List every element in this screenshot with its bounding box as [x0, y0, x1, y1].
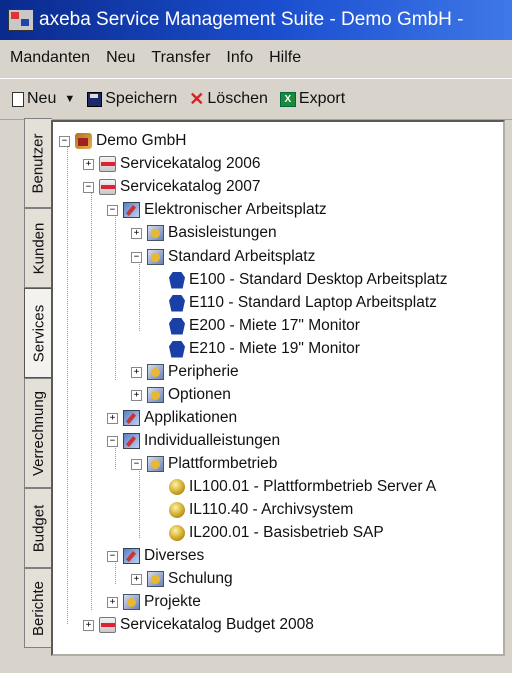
- service-tree-panel: − Demo GmbH + Servicekatalog 2006 − Serv…: [51, 120, 505, 656]
- tree-node-il200[interactable]: IL200.01 - Basisbetrieb SAP: [169, 522, 384, 544]
- service-group-icon: [147, 364, 164, 380]
- company-icon: [75, 133, 92, 149]
- expand-toggle[interactable]: +: [131, 573, 142, 585]
- new-document-icon: [12, 91, 24, 107]
- collapse-toggle[interactable]: −: [59, 135, 70, 147]
- tree-node-plattformbetrieb[interactable]: − Plattformbetrieb: [131, 453, 277, 475]
- window-title: axeba Service Management Suite - Demo Gm…: [39, 9, 464, 30]
- expand-toggle[interactable]: +: [83, 158, 94, 170]
- tab-verrechnung[interactable]: Verrechnung: [24, 378, 52, 488]
- delete-button-label: Löschen: [207, 90, 268, 107]
- tree-node-peripherie[interactable]: + Peripherie: [131, 361, 239, 383]
- service-group-icon: [147, 387, 164, 403]
- vertical-tab-strip: Benutzer Kunden Services Verrechnung Bud…: [24, 118, 52, 648]
- shield-icon: [169, 271, 185, 289]
- new-button-label: Neu: [27, 90, 57, 107]
- toolbar: Neu ▼ Speichern ✕ Löschen X Export: [0, 78, 512, 120]
- tab-budget[interactable]: Budget: [24, 488, 52, 568]
- expand-toggle[interactable]: +: [107, 412, 118, 424]
- save-icon: [87, 91, 103, 107]
- save-button-label: Speichern: [105, 90, 178, 107]
- gold-service-icon: [169, 502, 185, 518]
- dropdown-caret-icon[interactable]: ▼: [64, 93, 75, 105]
- tab-services[interactable]: Services: [24, 288, 52, 378]
- expand-toggle[interactable]: +: [131, 366, 142, 378]
- tab-benutzer[interactable]: Benutzer: [24, 118, 52, 208]
- tree-node-basisleistungen[interactable]: + Basisleistungen: [131, 222, 277, 244]
- service-group-icon: [147, 225, 164, 241]
- collapse-toggle[interactable]: −: [107, 204, 118, 216]
- service-group-icon: [147, 249, 164, 265]
- tree-node-e100[interactable]: E100 - Standard Desktop Arbeitsplatz: [169, 269, 447, 291]
- category-icon: [123, 548, 140, 564]
- tree-node-il110[interactable]: IL110.40 - Archivsystem: [169, 499, 353, 521]
- collapse-toggle[interactable]: −: [131, 458, 142, 470]
- menu-neu[interactable]: Neu: [106, 49, 135, 67]
- shield-icon: [169, 294, 185, 312]
- tree-node-catalog-budget-2008[interactable]: + Servicekatalog Budget 2008: [83, 614, 314, 636]
- delete-button[interactable]: ✕ Löschen: [189, 90, 268, 108]
- category-icon: [123, 433, 140, 449]
- delete-icon: ✕: [189, 89, 205, 109]
- menu-bar: Mandanten Neu Transfer Info Hilfe: [0, 40, 512, 76]
- tree-node-applikationen[interactable]: + Applikationen: [107, 407, 237, 429]
- tab-kunden[interactable]: Kunden: [24, 208, 52, 288]
- export-icon: X: [279, 91, 296, 107]
- menu-transfer[interactable]: Transfer: [151, 49, 210, 67]
- shield-icon: [169, 317, 185, 335]
- gold-service-icon: [169, 525, 185, 541]
- category-icon: [123, 410, 140, 426]
- tree-node-diverses[interactable]: − Diverses: [107, 545, 204, 567]
- tree-node-root[interactable]: − Demo GmbH: [59, 130, 186, 152]
- tree-node-schulung[interactable]: + Schulung: [131, 568, 233, 590]
- export-button-label: Export: [298, 90, 346, 107]
- service-group-icon: [147, 571, 164, 587]
- expand-toggle[interactable]: +: [131, 227, 142, 239]
- export-button[interactable]: X Export: [279, 90, 346, 108]
- save-button[interactable]: Speichern: [87, 90, 177, 108]
- menu-hilfe[interactable]: Hilfe: [269, 49, 301, 67]
- menu-info[interactable]: Info: [226, 49, 253, 67]
- tree-node-individualleistungen[interactable]: − Individualleistungen: [107, 430, 280, 452]
- new-button[interactable]: Neu ▼: [12, 90, 75, 108]
- catalog-icon: [99, 156, 116, 172]
- tree-node-standard-arbeitsplatz[interactable]: − Standard Arbeitsplatz: [131, 246, 315, 268]
- tree-node-optionen[interactable]: + Optionen: [131, 384, 231, 406]
- gold-service-icon: [169, 479, 185, 495]
- tree-node-e110[interactable]: E110 - Standard Laptop Arbeitsplatz: [169, 292, 437, 314]
- collapse-toggle[interactable]: −: [107, 550, 118, 562]
- collapse-toggle[interactable]: −: [131, 251, 142, 263]
- expand-toggle[interactable]: +: [83, 619, 94, 631]
- service-group-icon: [123, 594, 140, 610]
- catalog-icon: [99, 179, 116, 195]
- collapse-toggle[interactable]: −: [107, 435, 118, 447]
- tree-node-il100[interactable]: IL100.01 - Plattformbetrieb Server A: [169, 476, 436, 498]
- tab-berichte[interactable]: Berichte: [24, 568, 52, 648]
- menu-mandanten[interactable]: Mandanten: [10, 49, 90, 67]
- tree-node-e200[interactable]: E200 - Miete 17" Monitor: [169, 315, 360, 337]
- collapse-toggle[interactable]: −: [83, 181, 94, 193]
- title-bar: axeba Service Management Suite - Demo Gm…: [0, 0, 512, 40]
- expand-toggle[interactable]: +: [131, 389, 142, 401]
- app-icon: [8, 9, 34, 31]
- category-icon: [123, 202, 140, 218]
- tree-node-catalog-2006[interactable]: + Servicekatalog 2006: [83, 153, 260, 175]
- shield-icon: [169, 340, 185, 358]
- tree-node-e210[interactable]: E210 - Miete 19" Monitor: [169, 338, 360, 360]
- catalog-icon: [99, 617, 116, 633]
- tree-node-projekte[interactable]: + Projekte: [107, 591, 201, 613]
- expand-toggle[interactable]: +: [107, 596, 118, 608]
- service-group-icon: [147, 456, 164, 472]
- tree-node-elektronischer-arbeitsplatz[interactable]: − Elektronischer Arbeitsplatz: [107, 199, 327, 221]
- tree-node-catalog-2007[interactable]: − Servicekatalog 2007: [83, 176, 260, 198]
